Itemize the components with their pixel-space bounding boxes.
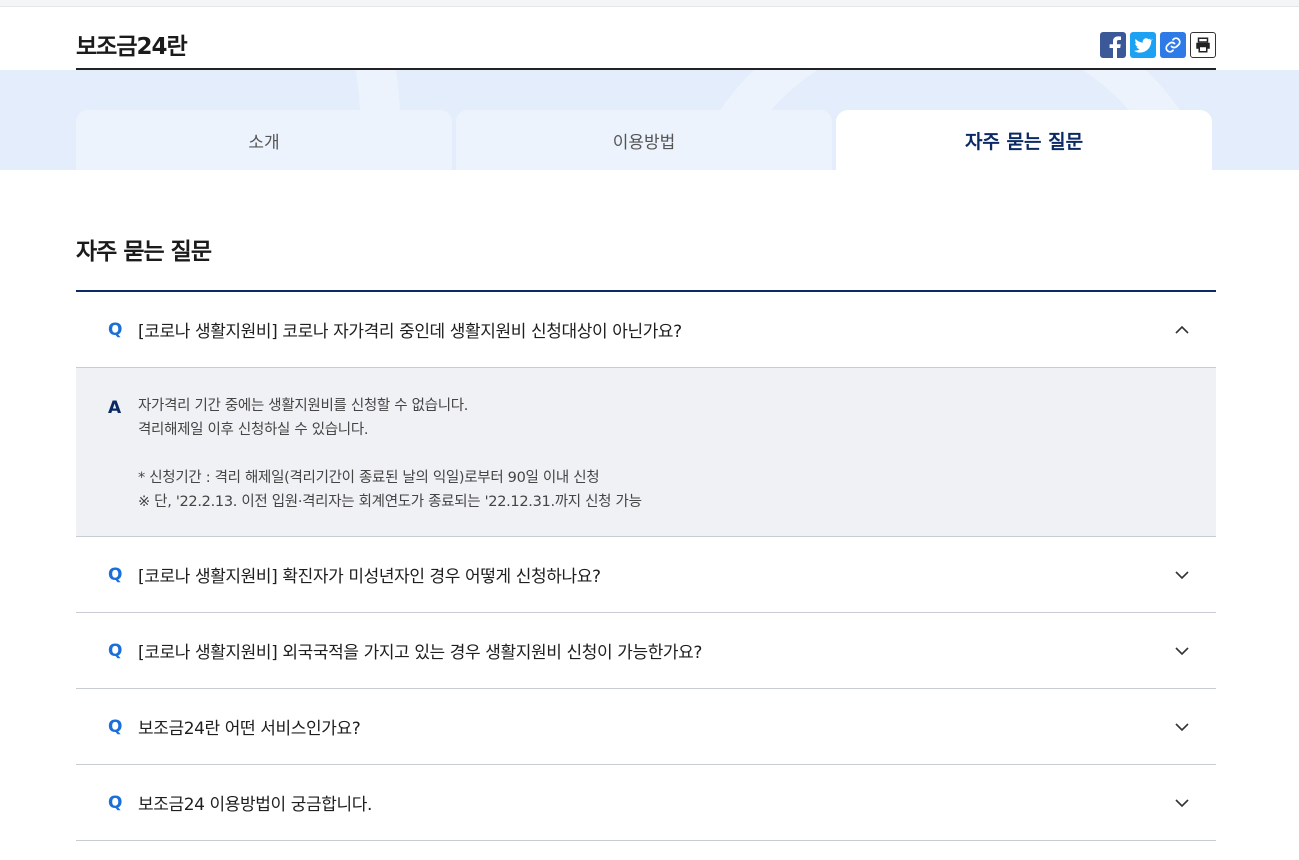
answer-line: 자가격리 기간 중에는 생활지원비를 신청할 수 없습니다.	[138, 398, 469, 414]
answer-spacer	[138, 442, 642, 466]
question-marker: Q	[108, 716, 123, 737]
tab-faq[interactable]: 자주 묻는 질문	[836, 110, 1212, 170]
top-strip	[0, 0, 1299, 7]
facebook-icon	[1109, 36, 1121, 58]
tab-bar: 소개 이용방법 자주 묻는 질문	[76, 110, 1212, 170]
chevron-down-icon	[1175, 722, 1189, 731]
question-text: [코로나 생활지원비] 코로나 자가격리 중인데 생활지원비 신청대상이 아닌가…	[138, 322, 682, 342]
answer-marker: A	[108, 398, 122, 418]
faq-answer-1: A 자가격리 기간 중에는 생활지원비를 신청할 수 없습니다. 격리해제일 이…	[76, 368, 1216, 537]
faq-list: Q [코로나 생활지원비] 코로나 자가격리 중인데 생활지원비 신청대상이 아…	[76, 290, 1216, 841]
page-header: 보조금24란	[76, 7, 1216, 70]
chevron-up-icon	[1175, 325, 1189, 334]
answer-line: 격리해제일 이후 신청하실 수 있습니다.	[138, 422, 369, 438]
chevron-down-icon	[1175, 570, 1189, 579]
faq-question-2[interactable]: Q [코로나 생활지원비] 확진자가 미성년자인 경우 어떻게 신청하나요?	[76, 537, 1216, 613]
copy-link-button[interactable]	[1160, 32, 1186, 58]
faq-question-5[interactable]: Q 보조금24 이용방법이 궁금합니다.	[76, 765, 1216, 841]
question-marker: Q	[108, 792, 123, 813]
question-text: [코로나 생활지원비] 확진자가 미성년자인 경우 어떻게 신청하나요?	[138, 567, 601, 587]
tab-intro[interactable]: 소개	[76, 110, 452, 170]
faq-question-3[interactable]: Q [코로나 생활지원비] 외국국적을 가지고 있는 경우 생활지원비 신청이 …	[76, 613, 1216, 689]
faq-question-4[interactable]: Q 보조금24란 어떤 서비스인가요?	[76, 689, 1216, 765]
section-title: 자주 묻는 질문	[76, 239, 212, 265]
question-text: 보조금24 이용방법이 궁금합니다.	[138, 795, 372, 815]
twitter-share-button[interactable]	[1130, 32, 1156, 58]
chevron-down-icon	[1175, 798, 1189, 807]
answer-text: 자가격리 기간 중에는 생활지원비를 신청할 수 없습니다. 격리해제일 이후 …	[138, 394, 642, 514]
question-text: [코로나 생활지원비] 외국국적을 가지고 있는 경우 생활지원비 신청이 가능…	[138, 643, 703, 663]
twitter-icon	[1133, 38, 1153, 53]
chevron-down-icon	[1175, 646, 1189, 655]
page-title: 보조금24란	[76, 34, 188, 60]
answer-line: * 신청기간 : 격리 해제일(격리기간이 종료된 날의 익일)로부터 90일 …	[138, 470, 600, 486]
link-icon	[1165, 37, 1181, 53]
print-icon	[1196, 37, 1210, 53]
question-marker: Q	[108, 640, 123, 661]
question-marker: Q	[108, 564, 123, 585]
facebook-share-button[interactable]	[1100, 32, 1126, 58]
print-button[interactable]	[1190, 32, 1216, 58]
faq-question-1[interactable]: Q [코로나 생활지원비] 코로나 자가격리 중인데 생활지원비 신청대상이 아…	[76, 292, 1216, 368]
question-marker: Q	[108, 319, 123, 340]
tab-how-to-use[interactable]: 이용방법	[456, 110, 832, 170]
share-toolbar	[1100, 32, 1216, 58]
answer-line: ※ 단, '22.2.13. 이전 입원·격리자는 회계연도가 종료되는 '22…	[138, 494, 642, 510]
question-text: 보조금24란 어떤 서비스인가요?	[138, 719, 361, 739]
